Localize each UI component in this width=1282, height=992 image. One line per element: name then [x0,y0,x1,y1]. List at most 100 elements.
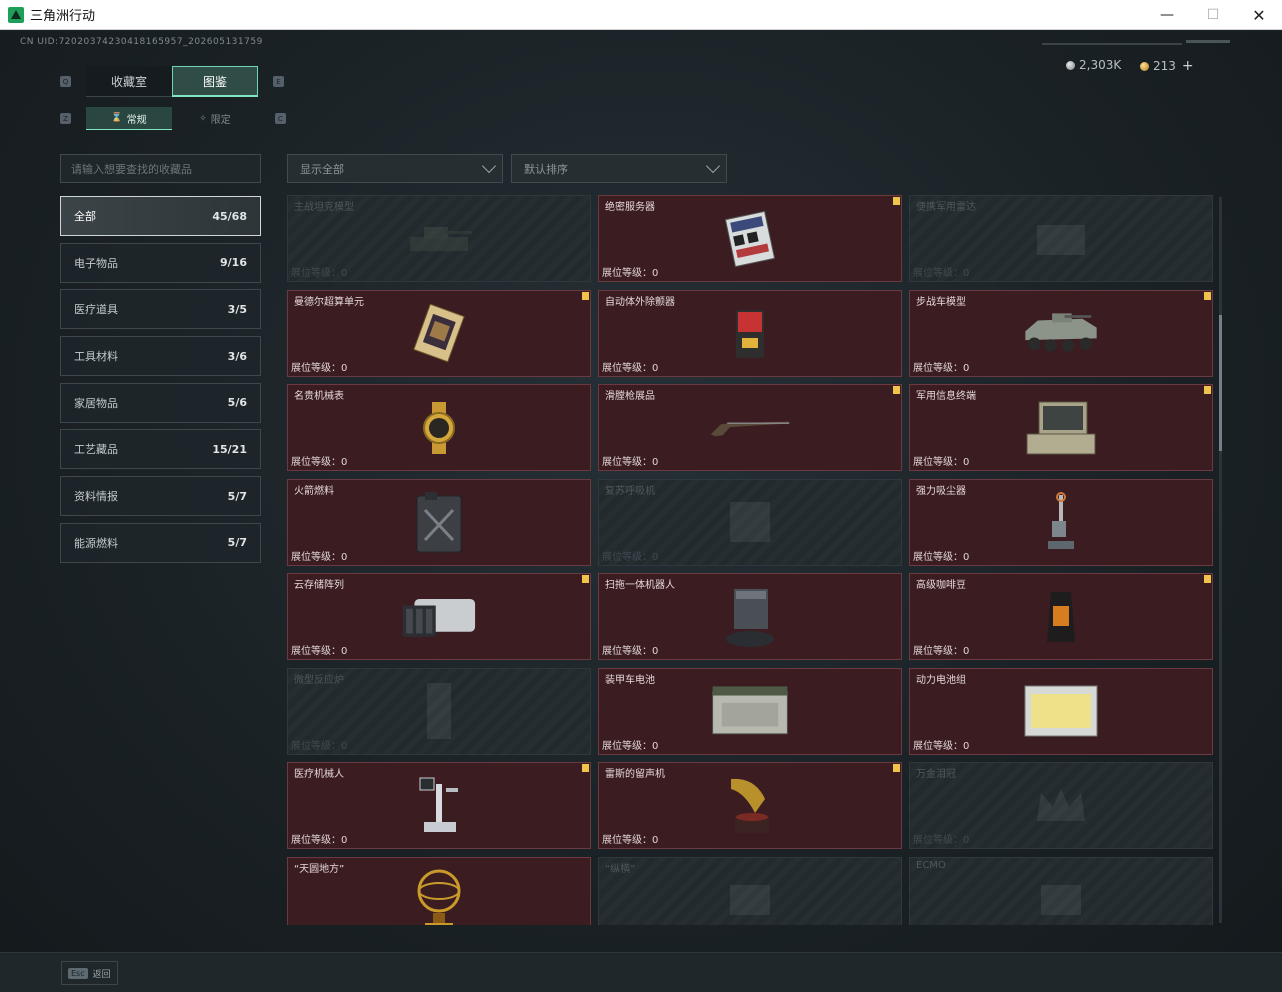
new-flag-icon [1204,575,1211,583]
item-display-level: 展位等级：0 [602,551,659,563]
category-crafts[interactable]: 工艺藏品 15/21 [60,429,261,470]
category-electronics[interactable]: 电子物品 9/16 [60,242,261,283]
collection-item-card[interactable]: 自动体外除颤器 展位等级：0 [598,289,902,377]
close-button[interactable]: ✕ [1236,0,1282,30]
category-count: 15/21 [212,442,247,456]
item-name: 动力电池组 [916,674,966,686]
new-flag-icon [582,291,589,300]
add-currency-button[interactable]: + [1182,58,1194,74]
category-fuel[interactable]: 能源燃料 5/7 [60,522,261,563]
collection-item-card[interactable]: 军用信息终端 展位等级：0 [909,384,1213,471]
category-list: 全部 45/68 电子物品 9/16 医疗道具 3/5 工具材料 3/6 家居物… [60,196,261,570]
category-label: 工具材料 [74,350,118,364]
item-display-level: 展位等级：0 [291,835,348,846]
grid-scrollbar[interactable] [1219,197,1222,923]
collection-item-card[interactable]: 雷斯的留声机 展位等级：0 [598,762,902,849]
collection-item-card[interactable]: 微型反应炉 展位等级：0 [287,667,591,755]
subtab-normal[interactable]: ⌛ 常规 [86,107,172,130]
item-name: 装甲车电池 [605,674,655,686]
scrollbar-thumb[interactable] [1219,315,1222,451]
game-viewport: CN UID:7202037423041816​5957_20260513175… [0,31,1282,992]
collection-item-card[interactable]: 医疗机械人 展位等级：0 [287,762,591,849]
storage-array-icon [398,585,480,649]
item-name: “天圆地方” [294,863,345,875]
musket-icon [709,396,791,460]
collection-item-card[interactable]: 名贵机械表 展位等级：0 [287,384,591,471]
item-name: 高级咖啡豆 [916,580,966,591]
category-household[interactable]: 家居物品 5/6 [60,382,261,423]
collection-item-card[interactable]: “纵横” [598,856,902,925]
new-flag-icon [893,197,900,205]
ifv-icon [1020,301,1102,365]
collection-item-card[interactable]: 便携军用雷达 展位等级：0 [909,195,1213,282]
sort-value: 默认排序 [524,162,568,176]
tab-collection[interactable]: 收藏室 [86,66,172,97]
window-title: 三角洲行动 [30,9,96,24]
collection-item-card[interactable]: ECMO [909,856,1213,925]
hourglass-icon: ⌛ [111,113,123,123]
category-medical[interactable]: 医疗道具 3/5 [60,289,261,330]
collection-item-card[interactable]: 云存储阵列 展位等级：0 [287,573,591,660]
maximize-button[interactable]: ☐ [1190,0,1236,30]
keyhint-c: C [275,113,286,124]
new-flag-icon [1204,386,1211,394]
currency-tokens[interactable]: 213 + [1140,58,1194,74]
watch-icon [398,396,480,460]
item-name: “纵横” [605,863,636,875]
minimize-button[interactable]: — [1144,0,1190,30]
collection-item-card[interactable]: 万金泪冠 展位等级：0 [909,762,1213,849]
fuel-can-icon [398,490,480,554]
collection-item-card[interactable]: 曼德尔超算单元 展位等级：0 [287,289,591,377]
gramophone-icon [709,774,791,838]
item-name: 微型反应炉 [294,674,344,686]
item-display-level: 展位等级：0 [913,268,970,279]
limited-icon: ✧ [199,113,207,124]
item-name: 复苏呼吸机 [605,485,655,497]
collection-item-card[interactable]: 步战车模型 展位等级：0 [909,289,1213,377]
window-titlebar: 三角洲行动 — ☐ ✕ [0,0,1282,30]
collection-item-card[interactable]: 扫拖一体机器人 展位等级：0 [598,573,902,660]
battery-icon [709,679,791,743]
collection-item-card[interactable]: 火箭燃料 展位等级：0 [287,478,591,566]
main-tabs: 收藏室 图鉴 [86,66,258,97]
new-flag-icon [893,386,900,394]
back-button[interactable]: Esc 返回 [61,961,118,985]
search-input[interactable]: 请输入想要查找的收藏品 [60,154,261,183]
coins-amount: 2,303K [1079,58,1122,72]
new-flag-icon [582,764,589,772]
category-label: 工艺藏品 [74,443,118,457]
item-name: 绝密服务器 [605,202,655,213]
collection-item-card[interactable]: 动力电池组 展位等级：0 [909,667,1213,755]
category-label: 医疗道具 [74,303,118,317]
collection-item-card[interactable]: 绝密服务器 展位等级：0 [598,195,902,282]
collection-item-card[interactable]: “天圆地方” [287,856,591,925]
category-label: 电子物品 [74,256,118,270]
item-grid: 主战坦克模型 展位等级：0 绝密服务器 展位等级：0 便携军用雷达 展位等级：0 曼德尔超算… [287,195,1213,925]
collection-item-card[interactable]: 强力吸尘器 展位等级：0 [909,478,1213,566]
collection-item-card[interactable]: 高级咖啡豆 展位等级：0 [909,573,1213,660]
keyhint-z: Z [60,113,71,124]
collection-item-card[interactable]: 滑膛枪展品 展位等级：0 [598,384,902,471]
item-name: 云存储阵列 [294,580,344,591]
filter-dropdown[interactable]: 显示全部 [287,154,503,183]
collection-item-card[interactable]: 复苏呼吸机展位等级：0 [598,478,902,566]
tokens-amount: 213 [1153,59,1176,73]
item-name: 扫拖一体机器人 [605,580,675,591]
item-name: ECMO [916,859,946,871]
collection-item-card[interactable]: 主战坦克模型 展位等级：0 [287,195,591,282]
subtab-limited[interactable]: ✧ 限定 [172,107,258,130]
ventilator-icon [709,490,791,554]
item-display-level: 展位等级：0 [291,362,348,374]
category-tools[interactable]: 工具材料 3/6 [60,336,261,377]
category-all[interactable]: 全部 45/68 [60,196,261,236]
chevron-down-icon [705,158,721,174]
tab-catalog[interactable]: 图鉴 [172,66,258,97]
cpu-icon [398,301,480,365]
category-intel[interactable]: 资料情报 5/7 [60,476,261,517]
sort-dropdown[interactable]: 默认排序 [511,154,727,183]
item-display-level: 展位等级：0 [291,551,348,563]
category-count: 5/7 [227,536,247,550]
collection-item-card[interactable]: 装甲车电池 展位等级：0 [598,667,902,755]
currency-coins: 2,303K [1066,58,1121,72]
user-uid: CN UID:7202037423041816​5957_20260513175… [20,37,263,47]
